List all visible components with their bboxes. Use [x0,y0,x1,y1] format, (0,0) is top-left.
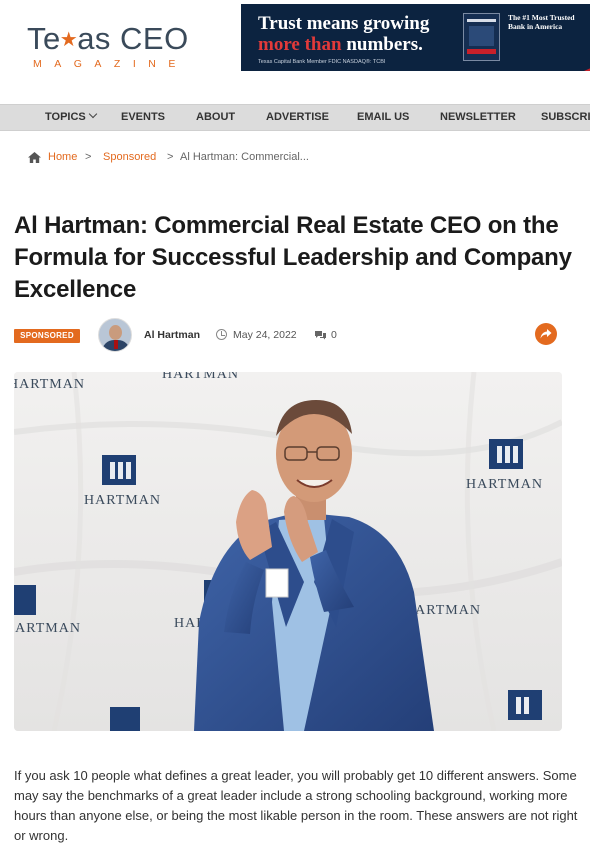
sponsored-badge[interactable]: SPONSORED [14,329,80,343]
site-logo[interactable]: Te★as CEO MAGAZINE [27,22,207,74]
share-button[interactable] [535,323,557,345]
backdrop-text: HARTMAN [14,621,81,636]
site-header: Te★as CEO MAGAZINE Trust means growing m… [0,0,590,104]
banner-ad[interactable]: Trust means growing more than numbers. T… [241,4,590,71]
nav-item-email-us[interactable]: EMAIL US [357,111,409,123]
backdrop-text: HARTMAN [84,493,161,508]
nav-item-topics[interactable]: TOPICS [45,109,98,123]
main-nav: TOPICS EVENTS ABOUT ADVERTISE EMAIL US N… [0,104,590,131]
hero-photo: HARTMAN HARTMAN HARTMAN HARTMAN HARTMAN … [14,372,562,731]
logo-subtitle: MAGAZINE [33,58,188,70]
comments-count[interactable]: 0 [331,329,337,341]
backdrop-text: HARTMAN [14,377,85,392]
logo-star-icon: ★ [59,29,79,51]
ad-footer: Texas Capital Bank Member FDIC NASDAQ®: … [258,59,386,65]
article-title: Al Hartman: Commercial Real Estate CEO o… [14,212,572,303]
backdrop-text: HARTMAN [162,372,239,382]
ad-stripe [485,66,590,71]
ad-headline-line1: Trust means growing [258,13,430,34]
breadcrumb-current: Al Hartman: Commercial... [180,151,309,163]
author-avatar[interactable] [98,318,132,352]
home-icon[interactable] [28,152,41,163]
publish-date: May 24, 2022 [233,329,297,341]
hero-image: HARTMAN HARTMAN HARTMAN HARTMAN HARTMAN … [14,372,562,731]
nav-item-events[interactable]: EVENTS [121,111,165,123]
logo-wordmark: Te★as CEO [27,21,189,56]
article-intro-paragraph: If you ask 10 people what defines a grea… [14,768,578,843]
backdrop-text: HARTMAN [466,477,543,492]
breadcrumb-separator: > [167,151,174,163]
nav-item-about[interactable]: ABOUT [196,111,235,123]
share-icon [540,329,552,339]
breadcrumb-home[interactable]: Home [48,151,77,163]
breadcrumb-category[interactable]: Sponsored [103,151,156,163]
ad-award-badge-icon [463,13,500,61]
chevron-down-icon [88,109,98,119]
ad-tagline: The #1 Most Trusted Bank in America [508,13,575,31]
breadcrumb-separator: > [85,151,92,163]
ad-headline-line2: more than numbers. [258,34,423,55]
clock-icon [216,329,227,340]
nav-item-subscribe[interactable]: SUBSCRIBE [541,111,590,123]
author-name[interactable]: Al Hartman [144,329,200,341]
nav-item-advertise[interactable]: ADVERTISE [266,111,329,123]
article-meta: SPONSORED Al Hartman May 24, 2022 0 [14,318,580,354]
nav-item-newsletter[interactable]: NEWSLETTER [440,111,516,123]
comments-icon[interactable] [314,330,327,340]
